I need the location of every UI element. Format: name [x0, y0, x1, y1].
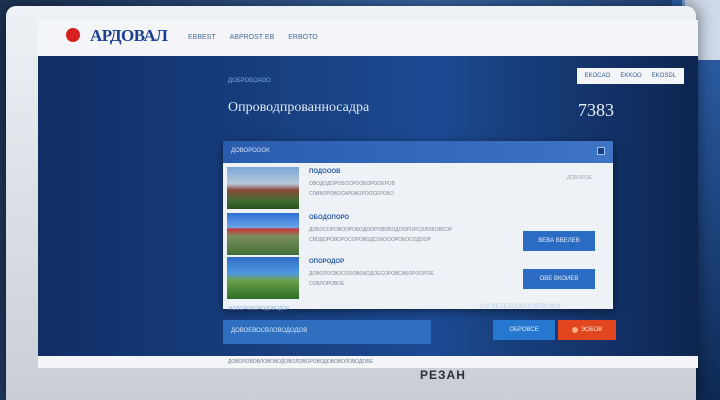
top-nav-item[interactable]: ABPROST EB [230, 34, 275, 41]
footer: ДОВОРОВОВЛОВОВОДОВОЛОВОРОВОДОБОВОЛОВОДОВ… [38, 356, 698, 368]
section-caption: ЖОВОРОВОРОДОВОДОР [228, 306, 290, 312]
thumbnail-image[interactable] [227, 257, 299, 299]
top-nav-item[interactable]: EBBEST [188, 34, 216, 41]
row-action-button[interactable]: ВЕВА ВВЕЛЕВ [523, 231, 595, 251]
sub-nav-item[interactable]: EKOSDL [652, 73, 676, 79]
top-nav: EBBEST ABPROST EB ERBOTO [188, 34, 318, 41]
logo-icon[interactable] [66, 28, 80, 42]
list-item-title[interactable]: ПОДОООВ [309, 169, 341, 175]
main-area: EKOCAO EKKOO EKOSDL ДОБРОБОАОО Опроводпр… [38, 56, 698, 368]
list-item-text: ДОВОЛОСВОСОООВОКОДОЕСОРОВСАБОРООРОЕ [309, 271, 434, 277]
site-logo[interactable]: АРДОВАЛ [90, 26, 168, 46]
section-bar-label: ДОВОЕВОСВЛОВОДОДОВ [231, 328, 308, 334]
sub-nav: EKOCAO EKKOO EKOSDL [576, 68, 684, 84]
monitor-brand-logo: РЕЗАН [420, 368, 466, 382]
thumbnail-image[interactable] [227, 213, 299, 255]
sub-nav-item[interactable]: EKOCAO [585, 73, 611, 79]
list-item-text: СЛИБОРОВОСАРОАОРООСЕРОБО [309, 191, 394, 197]
monitor-screen: АРДОВАЛ EBBEST ABPROST EB ERBOTO EKOCAO … [38, 20, 698, 368]
section-bar[interactable]: ДОВОЕВОСВЛОВОДОДОВ [223, 320, 431, 344]
list-item-text: СОВЛОРОВОЕ [309, 281, 345, 287]
breadcrumb[interactable]: ДОБРОБОАОО [228, 78, 271, 84]
secondary-button[interactable]: ОБРОВСЕ [493, 320, 555, 340]
primary-button[interactable]: ЭОБОВ [558, 320, 616, 340]
list-item-title[interactable]: ОБОДОПОРО [309, 215, 349, 221]
site-header: АРДОВАЛ EBBEST ABPROST EB ERBOTO [38, 20, 698, 56]
list-item[interactable]: ОБОДОПОРО ДОБОСОРОВООРОБОДООРОВОБОДООРОР… [223, 213, 613, 257]
page-title: Опроводпрованносадра [228, 100, 370, 115]
primary-button-label: ЭОБОВ [580, 327, 603, 333]
section-caption: 100 ВЕЛЕЛООВОСВЕВОЖО [480, 304, 561, 310]
panel-header: ДОВОРОООК [223, 141, 613, 163]
sub-nav-item[interactable]: EKKOO [620, 73, 641, 79]
content-panel: ДОВОРОООК ПОДОООВ ОВОДОДОРОБОСРООБОРООЕР… [223, 141, 613, 309]
list-item[interactable]: ПОДОООВ ОВОДОДОРОБОСРООБОРООЕРОБ СЛИБОРО… [223, 167, 613, 211]
button-dot-icon [571, 327, 578, 333]
list-item-text: СВОДОРОВОРОСОРОВОДСОКОООРОБОСОДООР [309, 237, 431, 243]
panel-close-icon[interactable] [597, 147, 605, 155]
footer-text: ДОВОРОВОВЛОВОВОДОВОЛОВОРОВОДОБОВОЛОВОДОВ… [228, 359, 373, 365]
row-action-button[interactable]: ОВЕ ВКОИЕВ [523, 269, 595, 289]
top-nav-item[interactable]: ERBOTO [288, 34, 317, 41]
list-item[interactable]: ОПОРОДОР ДОВОЛОСВОСОООВОКОДОЕСОРОВСАБОРО… [223, 257, 613, 301]
thumbnail-image[interactable] [227, 167, 299, 209]
list-item-text: ДОБОСОРОВООРОБОДООРОВОБОДООРОРСОЛОБОВСОР [309, 227, 453, 233]
panel-title: ДОВОРОООК [231, 148, 270, 154]
list-item-text: ОВОДОДОРОБОСРООБОРООЕРОБ [309, 181, 395, 187]
page-count: 7383 [578, 100, 614, 120]
list-item-title[interactable]: ОПОРОДОР [309, 259, 344, 265]
list-item-tag: ДОБОРОЕ [567, 175, 592, 181]
